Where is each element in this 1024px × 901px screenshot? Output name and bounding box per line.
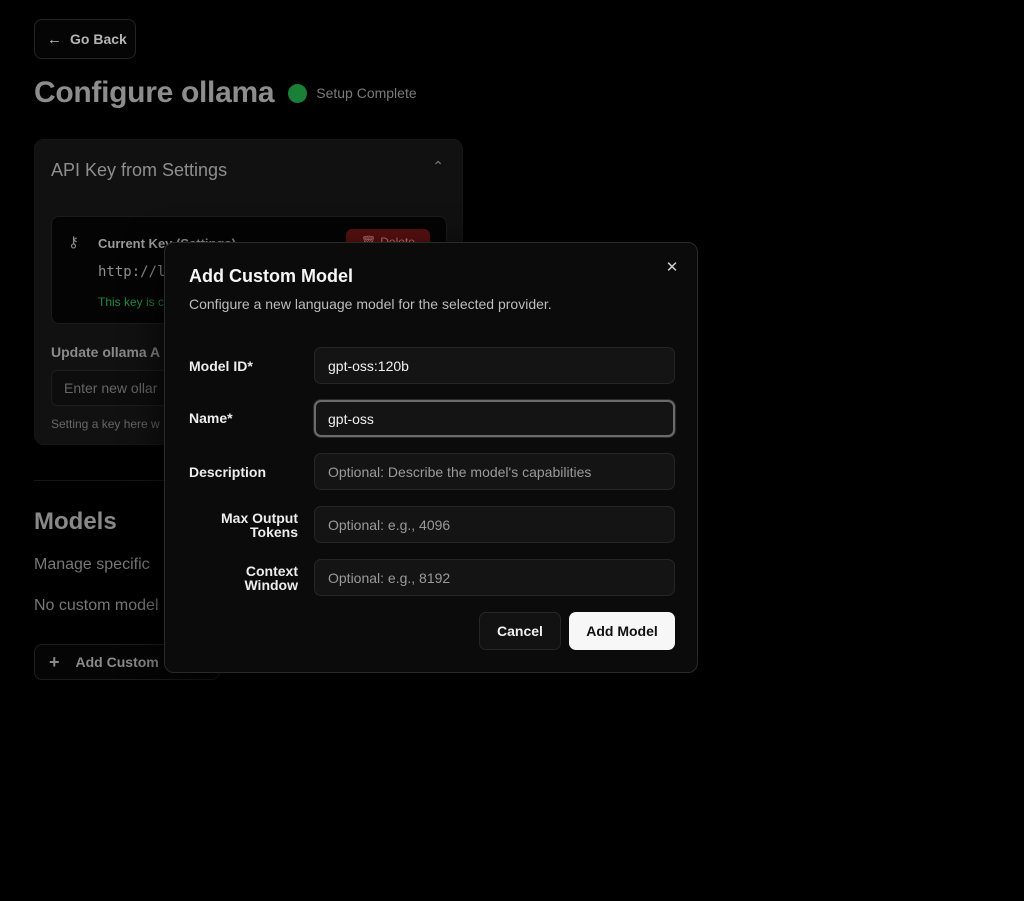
page-title: Configure ollama (34, 76, 275, 109)
name-input[interactable] (314, 400, 675, 437)
arrow-left-icon: ← (47, 30, 62, 48)
model-id-input[interactable] (314, 347, 675, 384)
add-custom-label: Add Custom (75, 654, 159, 670)
context-window-label-line2: Window (244, 577, 298, 593)
key-icon: ⚷ (68, 234, 79, 251)
go-back-button[interactable]: ← Go Back (34, 19, 136, 59)
plus-icon: + (49, 651, 60, 672)
chevron-up-icon[interactable]: ⌃ (432, 158, 444, 175)
model-id-label: Model ID* (189, 358, 253, 374)
models-subtitle: Manage specific (34, 556, 150, 573)
models-title: Models (34, 508, 117, 535)
dialog-title: Add Custom Model (189, 266, 353, 286)
api-card-title[interactable]: API Key from Settings (51, 160, 227, 181)
max-output-tokens-label-line2: Tokens (250, 524, 298, 540)
current-key-value: http://l (98, 264, 166, 280)
title-row: Configure ollama Setup Complete (34, 76, 417, 110)
description-label: Description (189, 464, 267, 480)
update-key-label: Update ollama A (51, 344, 161, 360)
context-window-label-line1: Context (245, 563, 298, 579)
description-input[interactable] (314, 453, 675, 490)
add-model-button[interactable]: Add Model (569, 612, 675, 650)
go-back-label: Go Back (70, 31, 127, 47)
key-note: This key is c (98, 295, 165, 309)
max-output-tokens-label-line1: Max Output (221, 510, 298, 526)
cancel-button[interactable]: Cancel (479, 612, 561, 650)
max-output-tokens-input[interactable] (314, 506, 675, 543)
context-window-label: Context Window (188, 564, 298, 592)
status-text: Setup Complete (316, 85, 417, 101)
add-custom-model-dialog: Add Custom Model Configure a new languag… (164, 242, 698, 673)
close-icon[interactable]: ✕ (663, 259, 681, 277)
update-key-hint: Setting a key here w (51, 417, 160, 431)
status-dot (288, 83, 308, 103)
context-window-input[interactable] (314, 559, 675, 596)
name-label: Name* (189, 410, 233, 426)
models-empty-text: No custom model (34, 597, 159, 614)
max-output-tokens-label: Max Output Tokens (188, 511, 298, 539)
dialog-description: Configure a new language model for the s… (189, 296, 552, 312)
